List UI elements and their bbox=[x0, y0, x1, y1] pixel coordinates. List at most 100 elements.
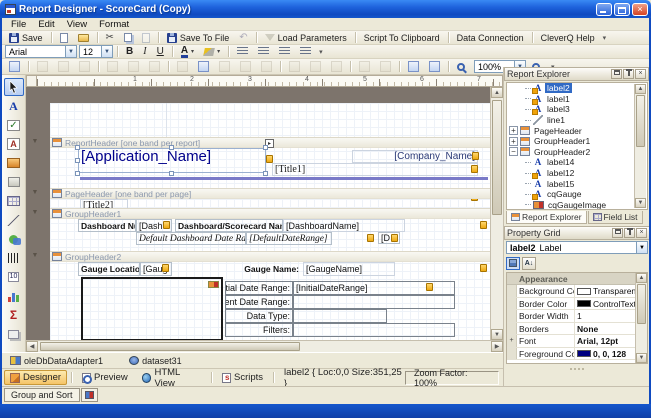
property-row-border-width[interactable]: Border Width 1 bbox=[507, 310, 647, 323]
close-button[interactable]: × bbox=[632, 3, 648, 16]
picturebox-tool[interactable] bbox=[4, 154, 24, 172]
toolbar-overflow-icon[interactable]: ▾ bbox=[317, 48, 325, 56]
label-initial-date-range[interactable]: Initial Date Range: bbox=[225, 281, 293, 295]
expand-icon[interactable]: + bbox=[509, 137, 518, 146]
scrollbar-thumb[interactable] bbox=[492, 100, 502, 215]
dock-tab-secondary[interactable] bbox=[81, 388, 98, 402]
cleverq-help-button[interactable]: CleverQ Help bbox=[537, 31, 599, 44]
underline-button[interactable]: U bbox=[153, 45, 168, 58]
field-dashboard-name[interactable]: [DashboardName] bbox=[283, 219, 405, 232]
font-color-button[interactable]: A▾ bbox=[177, 45, 198, 58]
alphabetical-sort-button[interactable]: A↓ bbox=[522, 257, 536, 270]
menu-view[interactable]: View bbox=[62, 19, 92, 30]
align-center-button[interactable] bbox=[254, 45, 273, 58]
bring-to-front-button[interactable] bbox=[404, 60, 423, 73]
label-dashboard-num[interactable]: Dashboard Num: bbox=[78, 219, 136, 232]
menu-edit[interactable]: Edit bbox=[33, 19, 59, 30]
pageinfo-tool[interactable]: 10 bbox=[4, 268, 24, 286]
align-right-button[interactable] bbox=[275, 45, 294, 58]
resize-handle[interactable] bbox=[169, 171, 174, 176]
field-current-date-range[interactable] bbox=[293, 295, 455, 309]
scroll-up-button[interactable]: ▲ bbox=[491, 87, 503, 98]
tab-preview[interactable]: Preview bbox=[76, 370, 134, 385]
pin-panel-button[interactable] bbox=[624, 228, 635, 238]
pointer-tool[interactable] bbox=[4, 78, 24, 96]
tree-item-cqgauge[interactable]: AcqGauge bbox=[507, 189, 647, 200]
menu-file[interactable]: File bbox=[6, 19, 31, 30]
design-canvas[interactable]: ▼ ▼ ▼ ▼ ReportHeader [one band per repor… bbox=[26, 87, 503, 340]
component-oledbdataadapter1[interactable]: oleDbDataAdapter1 bbox=[10, 356, 103, 366]
expand-icon[interactable]: + bbox=[507, 335, 517, 347]
chevron-down-icon[interactable]: ▼ bbox=[101, 46, 112, 57]
band-group-header2[interactable]: GroupHeader2 bbox=[50, 251, 490, 262]
smart-tag-icon[interactable] bbox=[367, 234, 374, 242]
align-middles-button[interactable] bbox=[124, 60, 143, 73]
scroll-up-button[interactable]: ▲ bbox=[635, 84, 646, 94]
center-horz-button[interactable] bbox=[355, 60, 374, 73]
copy-button[interactable] bbox=[120, 31, 136, 44]
script-to-clipboard-button[interactable]: Script To Clipboard bbox=[360, 31, 444, 44]
font-name-combo[interactable]: Arial▼ bbox=[5, 45, 77, 58]
scroll-right-button[interactable]: ▶ bbox=[491, 341, 503, 352]
tree-item-cqgaugeimage[interactable]: cqGaugeImage bbox=[507, 200, 647, 210]
field-default-date-range[interactable]: [DefaultDateRange] bbox=[246, 232, 332, 245]
scroll-down-button[interactable]: ▼ bbox=[636, 353, 647, 363]
bold-button[interactable]: B bbox=[122, 45, 137, 58]
smart-tag-icon[interactable] bbox=[480, 264, 487, 272]
scroll-down-button[interactable]: ▼ bbox=[491, 329, 503, 340]
collapse-band-arrow[interactable]: ▼ bbox=[30, 189, 40, 196]
toolbar-overflow-icon[interactable]: ▾ bbox=[601, 34, 609, 42]
tree-item-label3[interactable]: Alabel3 bbox=[507, 104, 647, 115]
panel-resize-grip[interactable] bbox=[506, 366, 648, 371]
center-vert-button[interactable] bbox=[376, 60, 395, 73]
smart-tag-icon[interactable] bbox=[163, 221, 170, 229]
tree-item-label2[interactable]: Alabel2 bbox=[507, 83, 647, 94]
smart-tag-icon[interactable] bbox=[480, 221, 487, 229]
category-appearance[interactable]: Appearance bbox=[507, 273, 647, 285]
categorized-button[interactable] bbox=[506, 257, 520, 270]
highlight-button[interactable]: ▾ bbox=[200, 45, 224, 58]
label-title1[interactable]: [Title1] bbox=[272, 163, 478, 176]
send-to-back-button[interactable] bbox=[425, 60, 444, 73]
tree-scrollbar[interactable]: ▲ ▼ bbox=[634, 84, 646, 208]
maximize-button[interactable] bbox=[614, 3, 630, 16]
label-filters[interactable]: Filters: bbox=[225, 323, 293, 337]
label-default-date-range[interactable]: Default Dashboard Date Range: bbox=[136, 232, 246, 245]
field-data-type[interactable] bbox=[293, 309, 387, 323]
menu-format[interactable]: Format bbox=[94, 19, 134, 30]
tab-field-list[interactable]: Field List bbox=[588, 211, 643, 224]
richtext-tool[interactable]: A bbox=[4, 135, 24, 153]
label-current-date-range[interactable]: Current Date Range: bbox=[225, 295, 293, 309]
collapse-band-arrow[interactable]: ▼ bbox=[30, 252, 40, 259]
data-connection-button[interactable]: Data Connection bbox=[453, 31, 528, 44]
save-to-file-button[interactable]: Save To File bbox=[163, 31, 233, 44]
align-left-button[interactable] bbox=[233, 45, 252, 58]
resize-handle[interactable] bbox=[263, 171, 268, 176]
gauge-image-box[interactable] bbox=[81, 277, 223, 340]
property-row-borders[interactable]: Borders None bbox=[507, 323, 647, 336]
italic-button[interactable]: I bbox=[139, 45, 150, 58]
close-panel-button[interactable]: × bbox=[636, 228, 647, 238]
resize-handle[interactable] bbox=[263, 145, 268, 150]
smart-tag-icon[interactable] bbox=[162, 264, 169, 272]
summary-tool[interactable]: Σ bbox=[4, 306, 24, 324]
label-gauge-location[interactable]: Gauge Location: bbox=[78, 262, 140, 276]
scroll-down-button[interactable]: ▼ bbox=[635, 198, 646, 208]
smart-tag-icon[interactable] bbox=[471, 165, 478, 173]
tree-item-pageheader[interactable]: +PageHeader bbox=[507, 125, 647, 136]
align-centers-button[interactable] bbox=[54, 60, 73, 73]
property-grid-scrollbar[interactable]: ▲ ▼ bbox=[635, 273, 647, 363]
chevron-down-icon[interactable]: ▾ bbox=[191, 48, 194, 55]
paste-button[interactable] bbox=[138, 31, 154, 44]
align-lefts-button[interactable] bbox=[33, 60, 52, 73]
tree-item-label15[interactable]: Alabel15 bbox=[507, 178, 647, 189]
tree-item-groupheader2[interactable]: −GroupHeader2 bbox=[507, 147, 647, 158]
chevron-down-icon[interactable]: ▾ bbox=[217, 48, 220, 55]
property-row-font[interactable]: +Font Arial, 12pt bbox=[507, 335, 647, 348]
resize-handle[interactable] bbox=[75, 145, 80, 150]
same-width-button[interactable] bbox=[215, 60, 234, 73]
band-group-header1[interactable]: GroupHeader1 bbox=[50, 208, 490, 219]
close-panel-button[interactable]: × bbox=[635, 69, 646, 79]
band-page-header[interactable]: PageHeader [one band per page] bbox=[50, 188, 490, 199]
align-to-grid-button[interactable] bbox=[194, 60, 213, 73]
